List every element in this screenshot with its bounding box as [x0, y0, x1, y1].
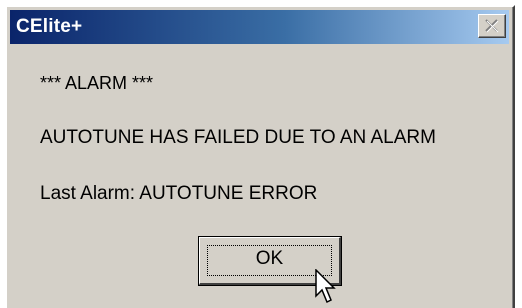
window-title: CElite+ — [16, 16, 83, 37]
title-bar[interactable]: CElite+ — [10, 10, 509, 44]
alarm-header-text: *** ALARM *** — [40, 73, 154, 93]
alarm-message-text: AUTOTUNE HAS FAILED DUE TO AN ALARM — [40, 127, 436, 148]
arrow-cursor-icon — [315, 269, 336, 304]
close-x-icon — [485, 19, 499, 33]
last-alarm-text: Last Alarm: AUTOTUNE ERROR — [40, 183, 318, 204]
alarm-dialog: CElite+ *** ALARM *** AUTOTUNE HAS FAILE… — [5, 5, 515, 308]
close-button[interactable] — [478, 14, 506, 38]
ok-button-label: OK — [255, 248, 284, 269]
